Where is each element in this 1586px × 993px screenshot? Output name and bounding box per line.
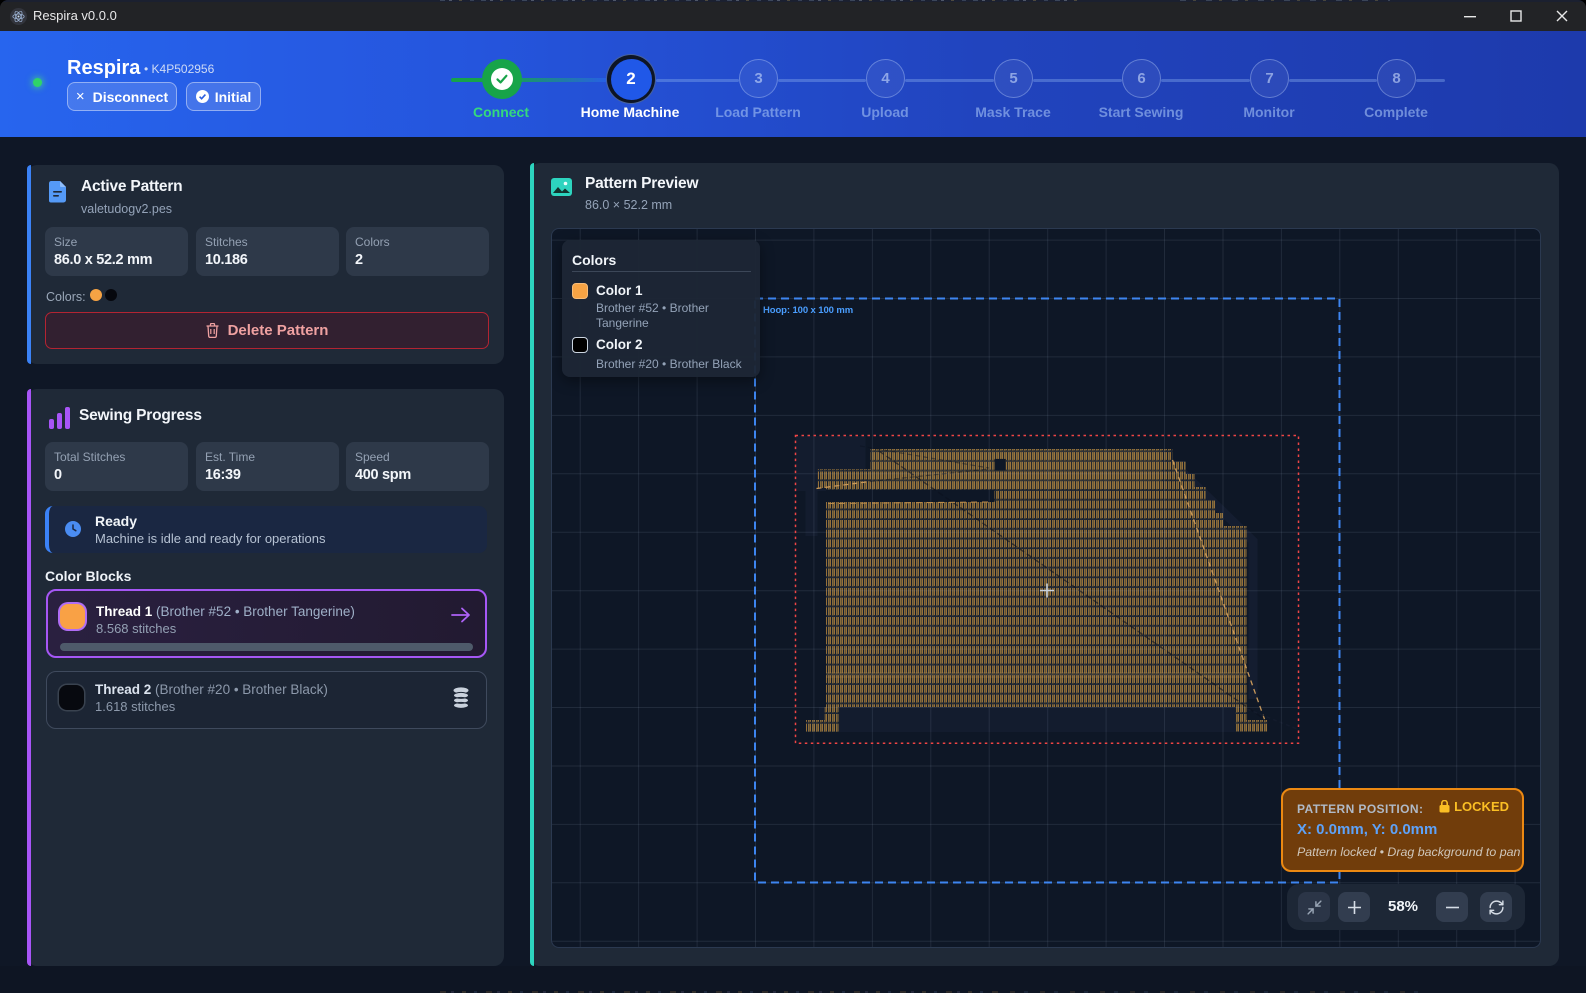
svg-text:Hoop: 100 x 100 mm: Hoop: 100 x 100 mm — [763, 305, 853, 316]
